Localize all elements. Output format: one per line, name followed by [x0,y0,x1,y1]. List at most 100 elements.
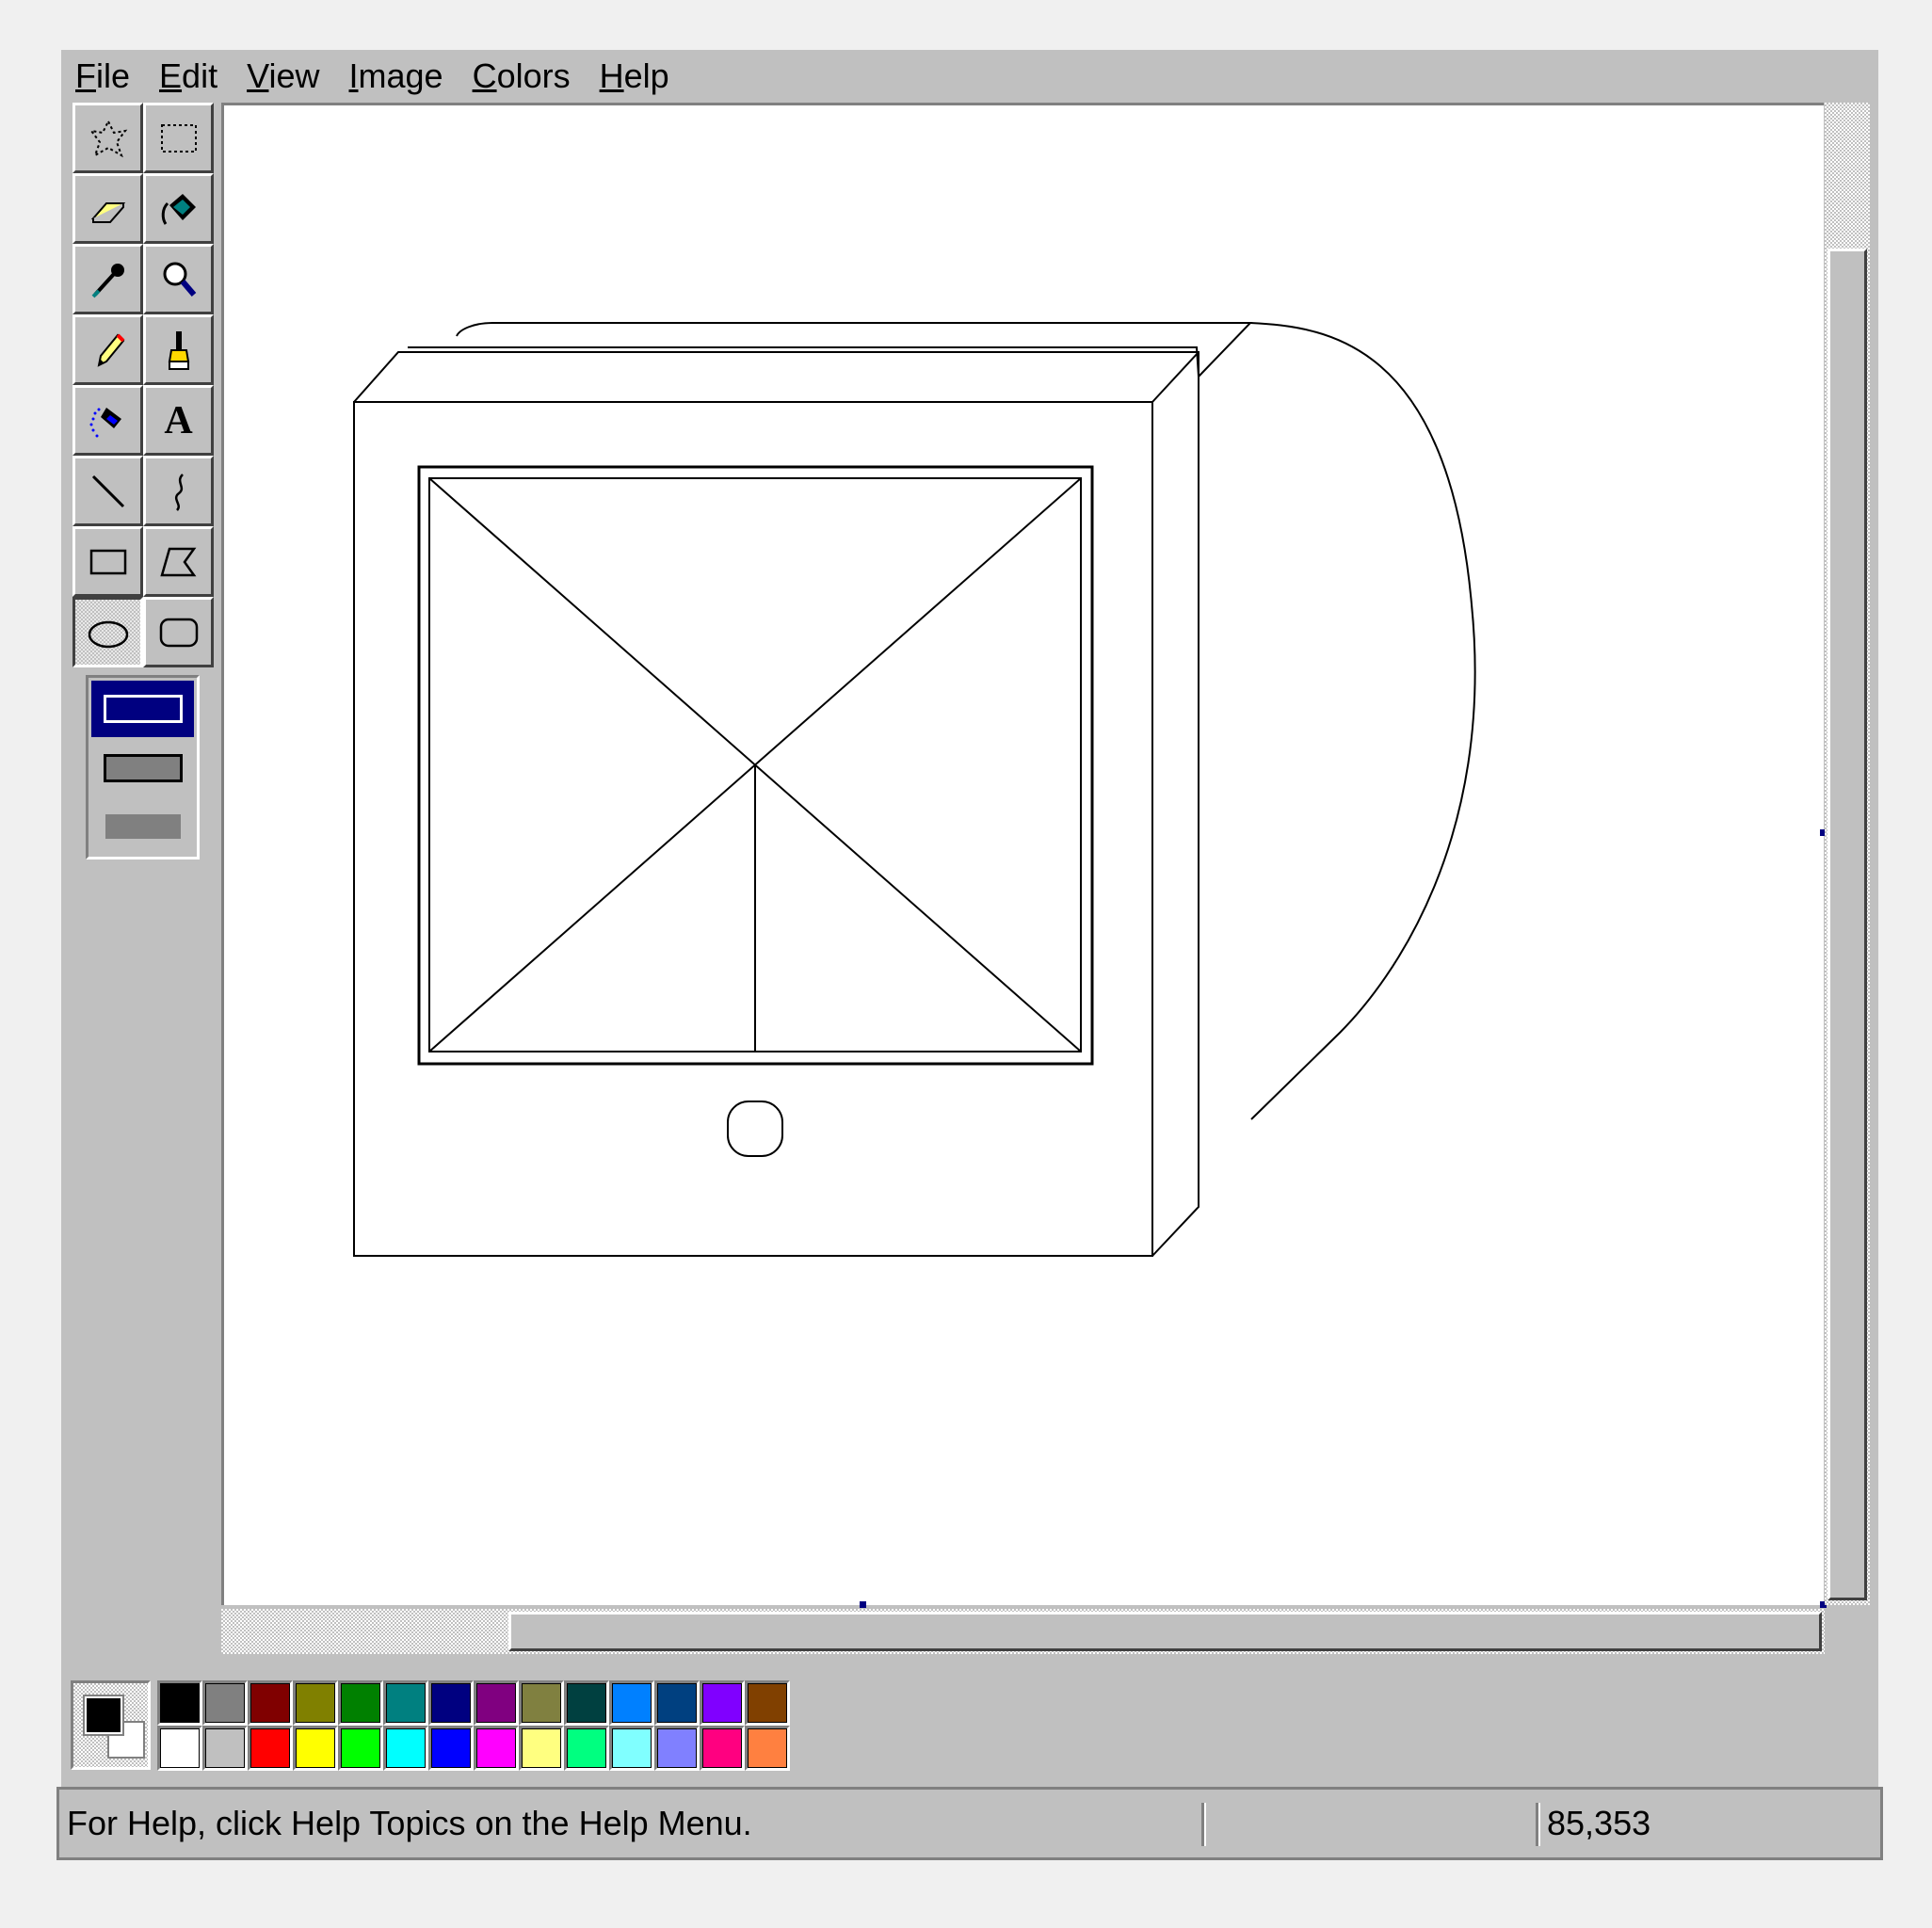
palette-color-fill [522,1683,561,1723]
status-divider [1536,1803,1540,1846]
palette-color-swatch[interactable] [338,1680,383,1726]
horizontal-scrollbar[interactable] [221,1609,1825,1654]
eraser-tool[interactable] [72,173,143,244]
palette-color-swatch[interactable] [564,1726,609,1771]
status-help-text: For Help, click Help Topics on the Help … [67,1804,752,1842]
palette-color-fill [205,1728,245,1768]
status-divider [1201,1803,1206,1846]
palette-color-swatch[interactable] [700,1726,745,1771]
palette-color-swatch[interactable] [428,1726,474,1771]
airbrush-tool[interactable] [72,385,143,456]
line-icon [91,474,124,507]
canvas-area [221,103,1878,1707]
menu-view[interactable]: View [233,50,334,103]
rectangle-tool[interactable] [72,526,143,597]
palette-color-fill [476,1728,516,1768]
eraser-icon [90,201,125,223]
palette-color-swatch[interactable] [519,1680,564,1726]
palette-color-fill [657,1683,697,1723]
outline-swatch [103,695,183,723]
airbrush-icon [89,407,121,437]
current-colors [71,1680,151,1770]
menu-help[interactable]: Help [586,50,684,103]
palette-color-fill [522,1728,561,1768]
magnifier-icon [163,262,196,297]
menu-edit[interactable]: Edit [145,50,233,103]
palette-color-swatch[interactable] [202,1726,248,1771]
palette-color-swatch[interactable] [745,1680,790,1726]
palette-color-swatch[interactable] [202,1680,248,1726]
rounded-rect-tool[interactable] [143,597,214,667]
fill-style-options [86,675,200,860]
palette-color-swatch[interactable] [474,1680,519,1726]
fill-option-fill-only[interactable] [91,798,194,855]
palette-swatches [157,1680,790,1771]
palette-color-swatch[interactable] [609,1726,654,1771]
pencil-tool[interactable] [72,314,143,385]
polygon-icon [159,547,196,576]
fill-option-outline[interactable] [91,681,194,737]
menu-image[interactable]: Image [334,50,458,103]
palette-color-swatch[interactable] [700,1680,745,1726]
palette-color-swatch[interactable] [654,1726,700,1771]
rect-select-icon [160,123,197,153]
palette-color-fill [341,1728,380,1768]
brush-tool[interactable] [143,314,214,385]
line-tool[interactable] [72,456,143,526]
palette-color-fill [702,1728,742,1768]
free-form-select-tool[interactable] [72,103,143,173]
menu-colors[interactable]: Colors [459,50,586,103]
palette-color-swatch[interactable] [157,1680,202,1726]
fill-option-outline-and-fill[interactable] [91,740,194,796]
palette-color-swatch[interactable] [474,1726,519,1771]
resize-handle-bottom[interactable] [860,1601,866,1608]
horizontal-scroll-thumb[interactable] [508,1612,1822,1651]
palette-color-fill [612,1683,652,1723]
palette-color-swatch[interactable] [293,1680,338,1726]
palette-color-swatch[interactable] [519,1726,564,1771]
status-size [1217,1790,1519,1857]
palette-color-swatch[interactable] [248,1680,293,1726]
menu-file[interactable]: File [61,50,145,103]
monitor-drawing [353,322,1476,1257]
outline-fill-swatch [103,754,183,782]
pencil-icon [97,333,124,367]
palette-color-swatch[interactable] [157,1726,202,1771]
palette-color-fill [657,1728,697,1768]
palette-color-swatch[interactable] [564,1680,609,1726]
palette-color-swatch[interactable] [609,1680,654,1726]
vertical-scrollbar[interactable] [1825,103,1870,1605]
palette-color-swatch[interactable] [428,1680,474,1726]
palette-color-fill [386,1728,426,1768]
magnifier-tool[interactable] [143,244,214,314]
fill-bucket-icon [161,193,196,225]
status-bar: For Help, click Help Topics on the Help … [56,1787,1883,1860]
palette-color-swatch[interactable] [293,1726,338,1771]
drawing-canvas[interactable] [221,103,1824,1605]
curve-icon [174,473,184,511]
color-picker-tool[interactable] [72,244,143,314]
palette-color-swatch[interactable] [248,1726,293,1771]
toolbox: A [72,103,216,667]
fill-bucket-tool[interactable] [143,173,214,244]
palette-color-fill [341,1683,380,1723]
rect-select-tool[interactable] [143,103,214,173]
curve-tool[interactable] [143,456,214,526]
palette-color-fill [296,1683,335,1723]
palette-color-swatch[interactable] [383,1726,428,1771]
ellipse-tool[interactable] [72,597,143,667]
palette-color-swatch[interactable] [745,1726,790,1771]
palette-color-swatch[interactable] [654,1680,700,1726]
vertical-scroll-thumb[interactable] [1827,249,1867,1600]
color-picker-icon [91,263,124,297]
palette-color-fill [386,1683,426,1723]
palette-color-swatch[interactable] [383,1680,428,1726]
palette-color-fill [160,1728,200,1768]
polygon-tool[interactable] [143,526,214,597]
palette-color-fill [702,1683,742,1723]
text-tool[interactable]: A [143,385,214,456]
foreground-color-swatch [83,1695,124,1736]
palette-color-fill [612,1728,652,1768]
status-coords: 85,353 [1547,1804,1651,1842]
palette-color-swatch[interactable] [338,1726,383,1771]
